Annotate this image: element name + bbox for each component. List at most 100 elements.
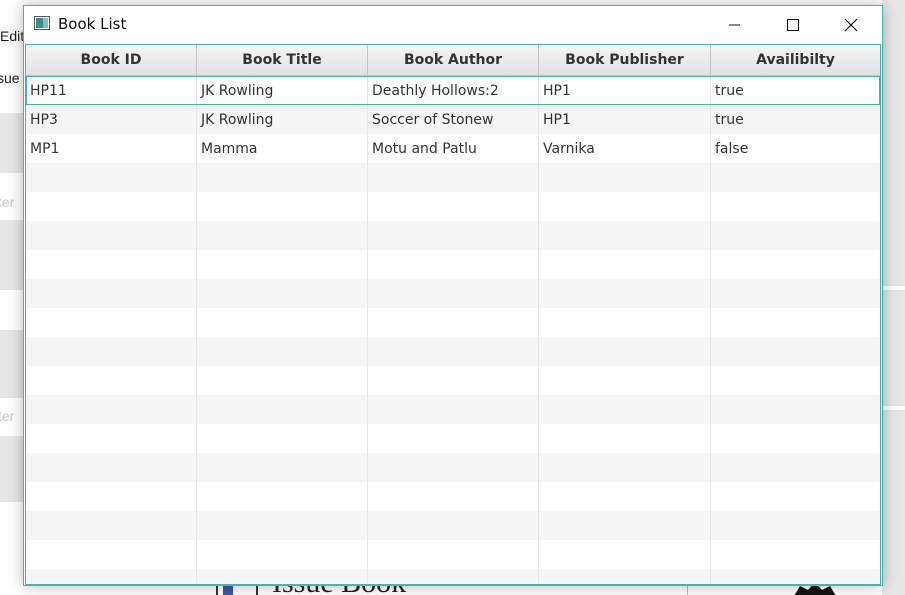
table-cell[interactable]: Motu and Patlu bbox=[368, 134, 539, 163]
empty-table-row[interactable] bbox=[26, 308, 880, 337]
table-cell[interactable]: HP3 bbox=[26, 105, 197, 134]
table-cell[interactable]: HP11 bbox=[26, 76, 197, 105]
table-cell[interactable] bbox=[539, 221, 711, 250]
table-cell[interactable]: Varnika bbox=[539, 134, 711, 163]
table-cell[interactable] bbox=[539, 279, 711, 308]
table-cell[interactable]: JK Rowling bbox=[197, 76, 368, 105]
column-header-availability[interactable]: Availibilty bbox=[711, 45, 880, 75]
table-cell[interactable] bbox=[197, 308, 368, 337]
table-cell[interactable] bbox=[539, 453, 711, 482]
table-cell[interactable]: Soccer of Stonew bbox=[368, 105, 539, 134]
table-cell[interactable] bbox=[197, 192, 368, 221]
table-cell[interactable] bbox=[26, 424, 197, 453]
table-cell[interactable] bbox=[26, 511, 197, 540]
table-cell[interactable] bbox=[197, 221, 368, 250]
table-cell[interactable] bbox=[711, 540, 880, 569]
table-cell[interactable] bbox=[368, 279, 539, 308]
table-cell[interactable] bbox=[539, 337, 711, 366]
table-cell[interactable] bbox=[368, 337, 539, 366]
table-cell[interactable] bbox=[711, 511, 880, 540]
table-cell[interactable] bbox=[197, 453, 368, 482]
table-cell[interactable] bbox=[197, 511, 368, 540]
empty-table-row[interactable] bbox=[26, 163, 880, 192]
table-cell[interactable]: false bbox=[711, 134, 880, 163]
empty-table-row[interactable] bbox=[26, 569, 880, 584]
table-cell[interactable] bbox=[26, 192, 197, 221]
maximize-button[interactable] bbox=[764, 6, 822, 44]
table-cell[interactable] bbox=[368, 395, 539, 424]
table-cell[interactable] bbox=[26, 366, 197, 395]
table-cell[interactable] bbox=[197, 424, 368, 453]
table-cell[interactable]: true bbox=[711, 76, 880, 105]
menu-edit[interactable]: Edit bbox=[0, 28, 24, 44]
table-row[interactable]: MP1 Mamma Motu and Patlu Varnika false bbox=[26, 134, 880, 163]
table-cell[interactable] bbox=[197, 163, 368, 192]
table-cell[interactable] bbox=[711, 163, 880, 192]
book-table[interactable]: Book ID Book Title Book Author Book Publ… bbox=[25, 44, 881, 585]
empty-table-row[interactable] bbox=[26, 279, 880, 308]
table-cell[interactable] bbox=[539, 424, 711, 453]
table-cell[interactable]: true bbox=[711, 105, 880, 134]
table-cell[interactable] bbox=[26, 453, 197, 482]
table-row[interactable]: HP11 JK Rowling Deathly Hollows:2 HP1 true bbox=[26, 76, 880, 105]
empty-table-row[interactable] bbox=[26, 395, 880, 424]
table-cell[interactable] bbox=[711, 482, 880, 511]
table-cell[interactable] bbox=[539, 366, 711, 395]
table-row[interactable]: HP3 JK Rowling Soccer of Stonew HP1 true bbox=[26, 105, 880, 134]
table-cell[interactable] bbox=[711, 279, 880, 308]
table-cell[interactable] bbox=[26, 569, 197, 584]
table-cell[interactable] bbox=[711, 221, 880, 250]
table-cell[interactable] bbox=[197, 250, 368, 279]
table-cell[interactable] bbox=[368, 540, 539, 569]
table-cell[interactable] bbox=[539, 250, 711, 279]
table-cell[interactable] bbox=[368, 453, 539, 482]
issue-tab-label[interactable]: sue bbox=[0, 70, 20, 86]
table-cell[interactable] bbox=[26, 308, 197, 337]
table-cell[interactable] bbox=[197, 540, 368, 569]
table-cell[interactable] bbox=[711, 366, 880, 395]
table-cell[interactable] bbox=[539, 569, 711, 584]
table-cell[interactable] bbox=[197, 395, 368, 424]
table-cell[interactable] bbox=[368, 308, 539, 337]
table-cell[interactable] bbox=[539, 395, 711, 424]
table-cell[interactable]: Mamma bbox=[197, 134, 368, 163]
table-cell[interactable] bbox=[368, 250, 539, 279]
close-button[interactable] bbox=[822, 6, 880, 44]
table-cell[interactable] bbox=[539, 511, 711, 540]
table-cell[interactable] bbox=[368, 366, 539, 395]
column-header-book-author[interactable]: Book Author bbox=[368, 45, 539, 75]
table-cell[interactable] bbox=[368, 511, 539, 540]
empty-table-row[interactable] bbox=[26, 337, 880, 366]
minimize-button[interactable] bbox=[706, 6, 764, 44]
background-input-placeholder[interactable]: ter bbox=[0, 408, 14, 424]
table-cell[interactable] bbox=[711, 569, 880, 584]
empty-table-row[interactable] bbox=[26, 192, 880, 221]
table-cell[interactable]: JK Rowling bbox=[197, 105, 368, 134]
table-cell[interactable] bbox=[539, 163, 711, 192]
table-cell[interactable] bbox=[368, 569, 539, 584]
empty-table-row[interactable] bbox=[26, 424, 880, 453]
table-cell[interactable] bbox=[197, 366, 368, 395]
table-cell[interactable] bbox=[368, 482, 539, 511]
table-cell[interactable] bbox=[197, 482, 368, 511]
table-cell[interactable] bbox=[711, 250, 880, 279]
table-cell[interactable] bbox=[26, 395, 197, 424]
table-cell[interactable] bbox=[26, 279, 197, 308]
empty-table-row[interactable] bbox=[26, 221, 880, 250]
table-cell[interactable] bbox=[711, 424, 880, 453]
empty-table-row[interactable] bbox=[26, 366, 880, 395]
empty-table-row[interactable] bbox=[26, 511, 880, 540]
table-cell[interactable] bbox=[711, 395, 880, 424]
table-cell[interactable] bbox=[368, 424, 539, 453]
empty-table-row[interactable] bbox=[26, 482, 880, 511]
table-cell[interactable]: HP1 bbox=[539, 76, 711, 105]
column-header-book-id[interactable]: Book ID bbox=[26, 45, 197, 75]
table-cell[interactable] bbox=[711, 453, 880, 482]
table-cell[interactable] bbox=[26, 221, 197, 250]
column-header-book-publisher[interactable]: Book Publisher bbox=[539, 45, 711, 75]
table-cell[interactable] bbox=[197, 337, 368, 366]
table-cell[interactable] bbox=[26, 540, 197, 569]
table-cell[interactable] bbox=[539, 482, 711, 511]
table-cell[interactable] bbox=[197, 569, 368, 584]
table-cell[interactable] bbox=[539, 192, 711, 221]
